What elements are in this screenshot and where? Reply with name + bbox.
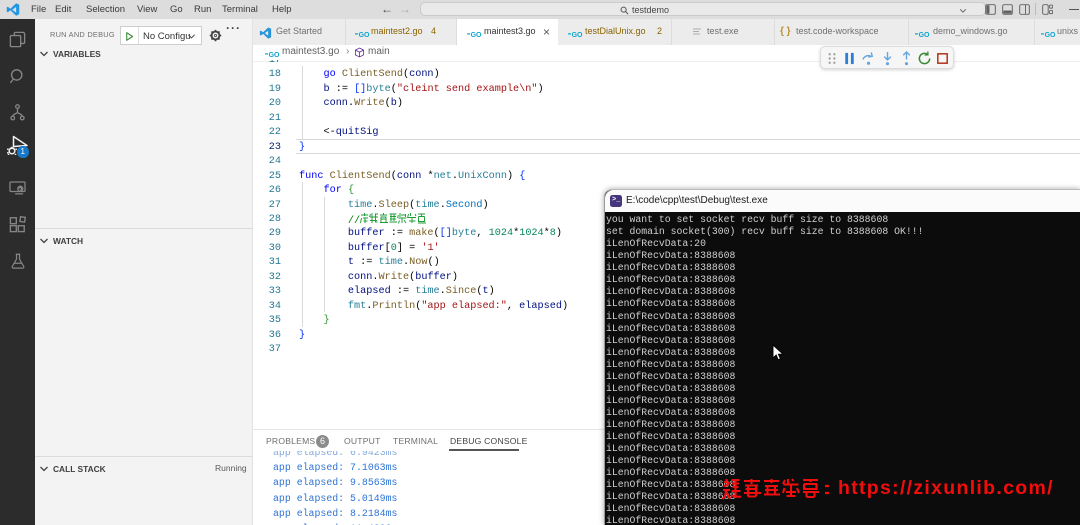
svg-text:GO: GO bbox=[1045, 32, 1056, 38]
svg-text:GO: GO bbox=[919, 32, 930, 38]
svg-text:GO: GO bbox=[471, 32, 482, 38]
svg-text:GO: GO bbox=[572, 32, 583, 38]
svg-text:GO: GO bbox=[359, 32, 370, 38]
svg-text:GO: GO bbox=[269, 52, 280, 58]
